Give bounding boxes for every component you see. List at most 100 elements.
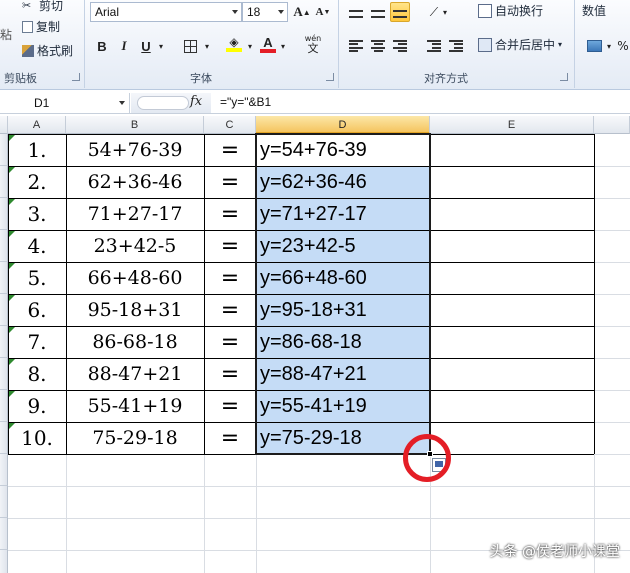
column-header-b[interactable]: B [66,116,204,134]
cut-button[interactable]: ✂ 剪切 [22,0,63,14]
row-header[interactable] [0,326,8,358]
accounting-format-dropdown[interactable]: ▾ [604,36,614,56]
cell-c[interactable]: = [204,166,256,198]
row-header[interactable] [0,390,8,422]
row-header[interactable] [0,294,8,326]
cell-b[interactable]: 23+42-5 [66,230,204,262]
percent-button[interactable]: % [616,36,630,56]
underline-dropdown[interactable]: ▾ [156,36,166,56]
decrease-indent-button[interactable] [424,36,444,56]
cell-c[interactable]: = [204,230,256,262]
row-header[interactable] [0,230,8,262]
row-header[interactable] [0,518,8,550]
cell-a[interactable]: 3. [8,198,66,230]
increase-indent-button[interactable] [446,36,466,56]
borders-dropdown[interactable]: ▾ [202,36,212,56]
format-painter-button[interactable]: 格式刷 [22,42,73,59]
font-size-select[interactable]: 18 [242,2,288,22]
column-header-d[interactable]: D [256,116,430,134]
row-header[interactable] [0,134,8,166]
align-middle-button[interactable] [368,4,388,24]
row-header[interactable] [0,166,8,198]
column-header-c[interactable]: C [204,116,256,134]
align-bottom-button[interactable] [390,2,410,22]
font-dialog-launcher[interactable] [326,73,334,81]
merge-center-button[interactable]: 合并后居中 ▾ [478,36,562,53]
italic-button[interactable]: I [114,36,134,56]
align-top-button[interactable] [346,4,366,24]
cell-b[interactable]: 86-68-18 [66,326,204,358]
fill-color-dropdown[interactable]: ▾ [245,36,255,56]
error-indicator-icon[interactable] [9,231,15,237]
cell-c[interactable]: = [204,326,256,358]
error-indicator-icon[interactable] [9,167,15,173]
cell-a[interactable]: 7. [8,326,66,358]
cell-b[interactable]: 71+27-17 [66,198,204,230]
phonetic-button[interactable]: wén 文 [300,34,326,55]
row-header[interactable] [0,550,8,573]
cell-b[interactable]: 55-41+19 [66,390,204,422]
insert-function-button[interactable]: fx [190,94,202,109]
number-format-select[interactable]: 数值 [582,2,606,19]
cell-c[interactable]: = [204,134,256,166]
cell-b[interactable]: 62+36-46 [66,166,204,198]
align-left-button[interactable] [346,36,366,56]
shrink-font-button[interactable]: A ▼ [313,2,333,22]
cell-a[interactable]: 2. [8,166,66,198]
cell-c[interactable]: = [204,262,256,294]
align-center-button[interactable] [368,36,388,56]
worksheet-grid[interactable]: A B C D E 1. 54+76-39 = y=54+76-39 2. 62+36-46 = y=6… [0,116,630,573]
cell-e[interactable] [430,166,594,198]
orientation-dropdown[interactable]: ▾ [440,2,450,22]
name-box[interactable]: D1 [0,93,130,113]
cell-e[interactable] [430,262,594,294]
formula-input[interactable]: ="y="&B1 [220,95,271,109]
copy-button[interactable]: 复制 [22,18,60,35]
row-header[interactable] [0,454,8,486]
grow-font-button[interactable]: A ▲ [292,2,312,22]
cell-c[interactable]: = [204,390,256,422]
cell-a[interactable]: 6. [8,294,66,326]
column-header-e[interactable]: E [430,116,594,134]
cell-e[interactable] [430,198,594,230]
cell-e[interactable] [430,134,594,166]
clipboard-dialog-launcher[interactable] [72,73,80,81]
row-header[interactable] [0,262,8,294]
error-indicator-icon[interactable] [9,263,15,269]
splitter-handle[interactable] [137,96,189,110]
cell-b[interactable]: 54+76-39 [66,134,204,166]
error-indicator-icon[interactable] [9,359,15,365]
cell-b[interactable]: 75-29-18 [66,422,204,454]
cell-c[interactable]: = [204,358,256,390]
wrap-text-button[interactable]: 自动换行 [478,2,543,19]
cell-a[interactable]: 9. [8,390,66,422]
error-indicator-icon[interactable] [9,199,15,205]
cell-b[interactable]: 66+48-60 [66,262,204,294]
alignment-dialog-launcher[interactable] [560,73,568,81]
borders-button[interactable] [180,36,200,56]
underline-button[interactable]: U [136,36,156,56]
cell-b[interactable]: 88-47+21 [66,358,204,390]
error-indicator-icon[interactable] [9,135,15,141]
font-color-button[interactable]: A [258,34,278,54]
paste-button[interactable]: 粘 [0,26,12,43]
cell-c[interactable]: = [204,198,256,230]
cell-e[interactable] [430,358,594,390]
error-indicator-icon[interactable] [9,295,15,301]
cell-c[interactable]: = [204,294,256,326]
row-header[interactable] [0,422,8,454]
cell-e[interactable] [430,326,594,358]
row-header[interactable] [0,358,8,390]
row-header[interactable] [0,486,8,518]
bold-button[interactable]: B [92,36,112,56]
column-header-f[interactable] [594,116,630,134]
cell-e[interactable] [430,294,594,326]
cell-e[interactable] [430,230,594,262]
column-header-a[interactable]: A [8,116,66,134]
cell-e[interactable] [430,390,594,422]
cell-a[interactable]: 4. [8,230,66,262]
accounting-format-button[interactable] [582,36,606,56]
select-all-corner[interactable] [0,116,8,134]
error-indicator-icon[interactable] [9,391,15,397]
row-header[interactable] [0,198,8,230]
